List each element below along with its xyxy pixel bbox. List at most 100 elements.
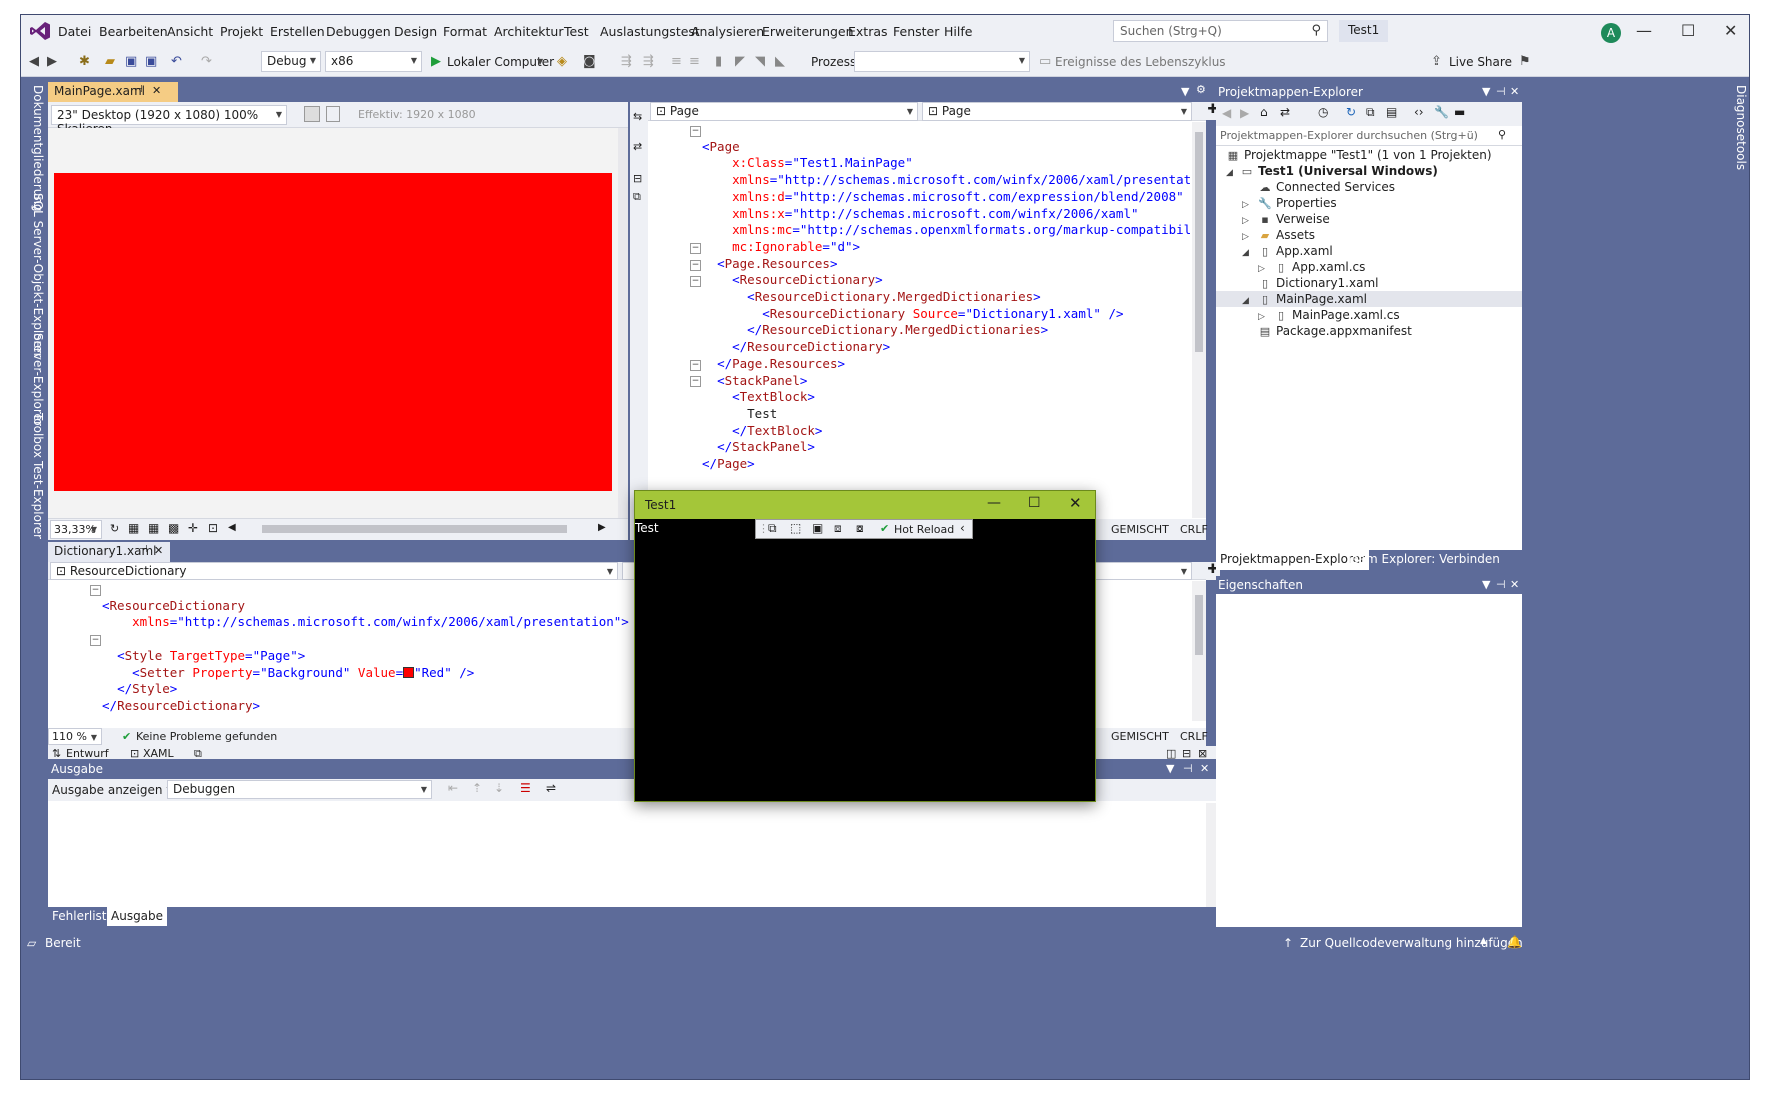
tree-item-package-appxmanifest[interactable]: ▤ Package.appxmanifest <box>1258 324 1412 338</box>
output-source-select[interactable]: Debuggen ▼ <box>167 780 432 799</box>
fold-toggle[interactable]: − <box>690 260 701 271</box>
chevron-down-icon[interactable]: ▼ <box>1482 578 1490 591</box>
switch-views-icon[interactable]: ⇄ <box>1280 105 1290 119</box>
menu-item-fenster[interactable]: Fenster <box>893 24 939 39</box>
track-focus-icon[interactable]: ⧈ <box>834 521 842 536</box>
grid-icon[interactable]: ▦ <box>128 521 139 535</box>
scroll-thumb[interactable] <box>1195 595 1203 655</box>
menu-item-format[interactable]: Format <box>443 24 487 39</box>
fold-toggle[interactable]: − <box>690 276 701 287</box>
bookmark-clear-icon[interactable]: ◣ <box>775 54 785 69</box>
artboard-icon[interactable]: ▩ <box>168 521 179 535</box>
pending-changes-icon[interactable]: ◷ <box>1318 105 1328 119</box>
fold-toggle[interactable]: − <box>690 376 701 387</box>
undo-icon[interactable]: ↶ <box>171 54 182 69</box>
tree-item-app-xaml[interactable]: ▯ App.xaml <box>1258 244 1333 258</box>
close-icon[interactable]: ✕ <box>152 84 161 97</box>
uncomment-icon[interactable]: ≡ <box>689 54 700 69</box>
menu-item-extras[interactable]: Extras <box>848 24 888 39</box>
gear-icon[interactable]: ⚙ <box>1196 83 1206 96</box>
tab-test-explorer[interactable]: Test-Explorer <box>23 461 45 539</box>
menu-item-analysieren[interactable]: Analysieren <box>691 24 764 39</box>
step-icon[interactable]: ⇶ <box>621 54 632 69</box>
pin-icon[interactable]: ⊣ <box>1496 85 1506 98</box>
menu-item-auslastungstest[interactable]: Auslastungstest <box>600 24 700 39</box>
menu-item-bearbeiten[interactable]: Bearbeiten <box>99 24 168 39</box>
editor-scrollbar[interactable] <box>1192 581 1206 721</box>
view-code-icon[interactable]: ‹› <box>1414 105 1424 119</box>
collapsed-icon[interactable]: ▷ <box>1258 312 1265 322</box>
tab-output[interactable]: Ausgabe <box>107 907 168 926</box>
menu-item-debuggen[interactable]: Debuggen <box>326 24 391 39</box>
platform-select[interactable]: x86 ▼ <box>325 51 422 72</box>
app-titlebar[interactable]: Test1 — ☐ ✕ <box>635 491 1095 519</box>
expanded-icon[interactable]: ◢ <box>1226 168 1233 178</box>
snap-grid-icon[interactable]: ▦ <box>148 521 159 535</box>
tab-mainpage-xaml[interactable]: MainPage.xaml ⊣ ✕ <box>48 82 178 102</box>
portrait-icon[interactable] <box>326 106 340 122</box>
properties-icon[interactable]: 🔧 <box>1434 105 1449 119</box>
notifications-icon[interactable]: 🔔 <box>1507 935 1522 949</box>
process-select[interactable]: ▼ <box>854 51 1030 72</box>
expanded-icon[interactable]: ◢ <box>1242 296 1249 306</box>
tree-item-solution[interactable]: ▦ Projektmappe "Test1" (1 von 1 Projekten… <box>1226 148 1492 162</box>
zoom-select[interactable]: 110 % ▼ <box>48 728 102 745</box>
collapsed-icon[interactable]: ▷ <box>1242 200 1249 210</box>
forward-icon[interactable]: ▶ <box>1240 106 1249 120</box>
chevron-down-icon[interactable]: ▼ <box>1181 85 1189 98</box>
fold-toggle[interactable]: − <box>90 585 101 596</box>
vertical-split-icon[interactable]: ⇄ <box>633 140 642 153</box>
minimize-icon[interactable]: — <box>987 495 1001 511</box>
close-icon[interactable]: ✕ <box>154 544 163 557</box>
tab-team-explorer[interactable]: Team Explorer: Verbinden <box>1346 552 1500 566</box>
feedback-icon[interactable]: ⚑ <box>1519 54 1531 69</box>
open-folder-icon[interactable]: ▰ <box>105 54 115 69</box>
scroll-right-icon[interactable]: ▶ <box>598 522 606 533</box>
collapsed-icon[interactable]: ▷ <box>1258 264 1265 274</box>
horizontal-split-icon[interactable]: ⊟ <box>633 172 642 185</box>
select-element-icon[interactable]: ⬚ <box>790 521 801 535</box>
menu-item-erweiterungen[interactable]: Erweiterungen <box>762 24 854 39</box>
chevron-down-icon[interactable]: ▼ <box>1482 85 1490 98</box>
fold-toggle[interactable]: − <box>690 126 701 137</box>
swap-panes-icon[interactable]: ⇆ <box>633 110 642 123</box>
browser-link-icon[interactable]: ◈ <box>557 54 567 69</box>
go-to-live-tree-icon[interactable]: ⧉ <box>768 521 777 536</box>
problems-status[interactable]: Keine Probleme gefunden <box>136 730 277 743</box>
collapsed-icon[interactable]: ▷ <box>1242 216 1249 226</box>
format-icon[interactable]: ⇶ <box>643 54 654 69</box>
configuration-select[interactable]: Debug ▼ <box>261 51 321 72</box>
menu-item-erstellen[interactable]: Erstellen <box>270 24 325 39</box>
fold-toggle[interactable]: − <box>690 243 701 254</box>
collapse-pane-icon[interactable]: ⧉ <box>633 190 641 204</box>
scroll-left-icon[interactable]: ◀ <box>228 522 236 533</box>
project-code-icon[interactable]: ⊡ <box>208 521 218 535</box>
word-wrap-icon[interactable]: ⇌ <box>546 781 556 795</box>
tree-item-mainpage-xaml[interactable]: ▯ MainPage.xaml <box>1258 292 1367 306</box>
binding-failures-icon[interactable]: ⧇ <box>856 521 864 536</box>
home-icon[interactable]: ⌂ <box>1260 105 1268 119</box>
redo-icon[interactable]: ↷ <box>201 54 212 69</box>
pin-icon[interactable]: ⊣ <box>1496 578 1506 591</box>
scope-right-select[interactable]: ⊡ Page ▼ <box>922 102 1192 121</box>
bookmark-prev-icon[interactable]: ◤ <box>735 54 745 69</box>
chevron-up-icon[interactable]: ▲ <box>1480 936 1487 946</box>
collapse-all-icon[interactable]: ⧉ <box>1366 105 1375 120</box>
scroll-thumb[interactable] <box>1195 132 1203 352</box>
screenshot-icon[interactable]: ◙ <box>583 54 596 69</box>
back-icon[interactable]: ◀ <box>1222 106 1231 120</box>
pin-icon[interactable]: ⊣ <box>139 544 148 555</box>
code-area[interactable]: <Page x:Class="Test1.MainPage" xmlns="ht… <box>702 122 1192 512</box>
minimize-icon[interactable]: — <box>1636 21 1652 40</box>
save-icon[interactable]: ▣ <box>125 54 137 69</box>
hot-reload-status[interactable]: Hot Reload <box>894 523 954 536</box>
bookmark-icon[interactable]: ▮ <box>715 54 722 69</box>
tree-item-connected-services[interactable]: ☁ Connected Services <box>1258 180 1396 194</box>
new-project-icon[interactable]: ✱ <box>79 54 90 69</box>
close-icon[interactable]: ✕ <box>1510 578 1519 591</box>
tab-toolbox[interactable]: Toolbox <box>23 413 45 458</box>
back-icon[interactable]: ◀ <box>29 54 39 69</box>
menu-item-test[interactable]: Test <box>564 24 589 39</box>
fold-toggle[interactable]: − <box>690 360 701 371</box>
close-icon[interactable]: ✕ <box>1200 762 1209 775</box>
